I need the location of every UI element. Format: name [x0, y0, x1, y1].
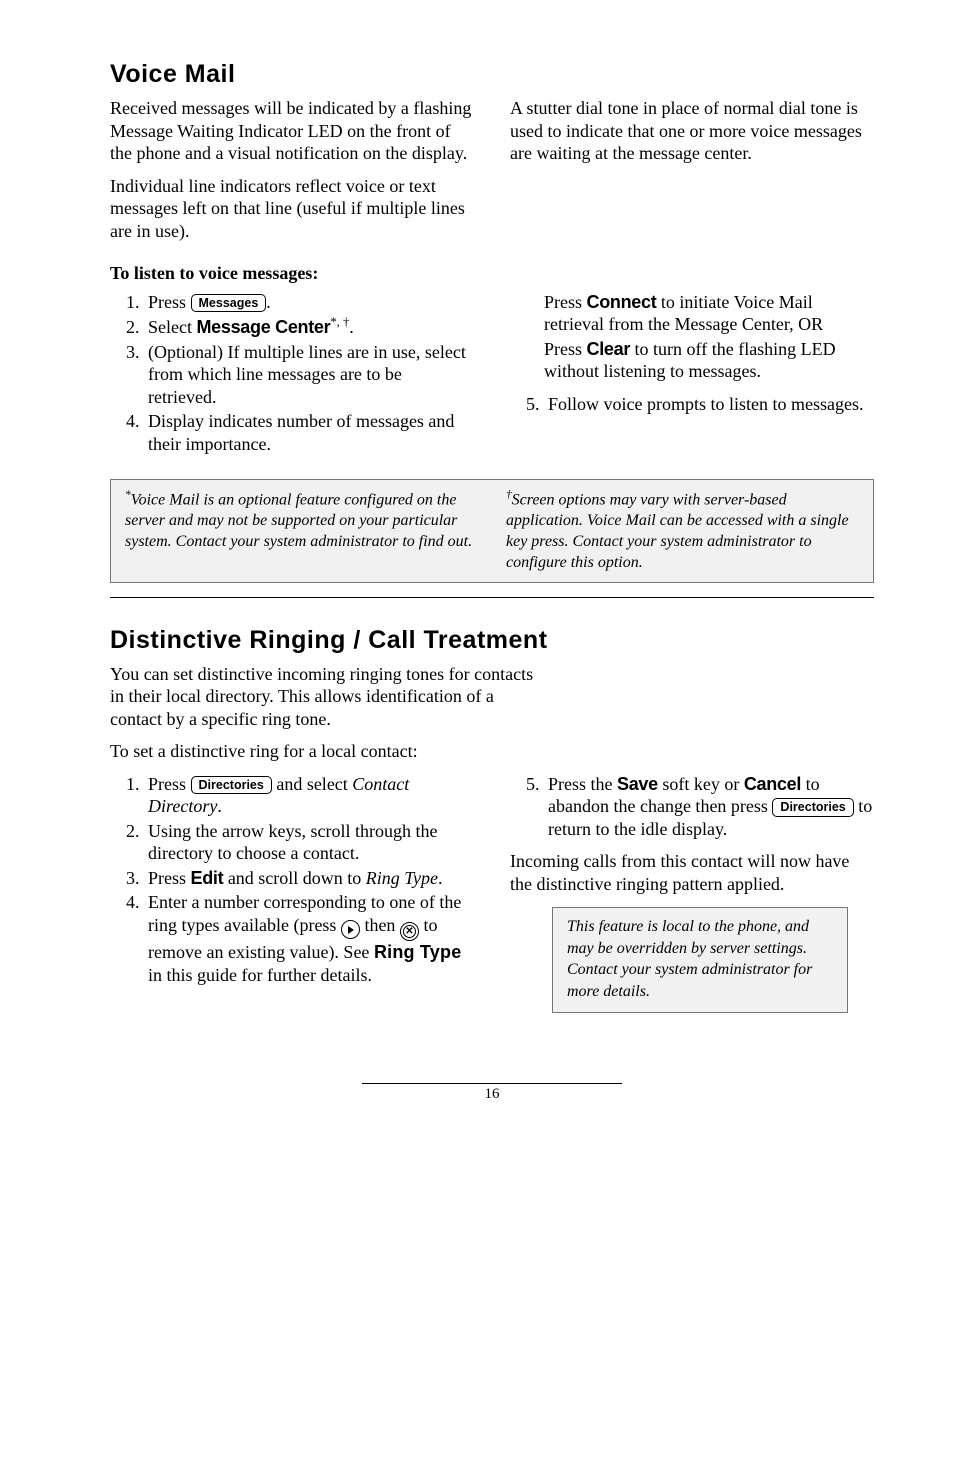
distinctive-heading: Distinctive Ringing / Call Treatment	[110, 626, 874, 655]
dr3-a: Press	[148, 868, 191, 888]
vm-footnote-right: †Screen options may vary with server-bas…	[492, 480, 873, 582]
ring-type-label: Ring Type	[366, 868, 438, 888]
vm-footnote-right-text: Screen options may vary with server-base…	[506, 491, 849, 570]
vm-step-4: Display indicates number of messages and…	[144, 410, 474, 455]
vm-footnotes: *Voice Mail is an optional feature confi…	[110, 479, 874, 583]
directories-button-icon-2: Directories	[772, 798, 853, 817]
vm-step-3: (Optional) If multiple lines are in use,…	[144, 341, 474, 409]
vm-step-5: Follow voice prompts to listen to messag…	[544, 393, 874, 416]
edit-label: Edit	[191, 868, 224, 888]
message-center-label: Message Center	[196, 317, 330, 337]
dr-note: This feature is local to the phone, and …	[552, 907, 848, 1013]
cancel-label: Cancel	[744, 774, 801, 794]
vm-step2-b: .	[349, 317, 354, 337]
vm-clear-line: Press Clear to turn off the flashing LED…	[544, 338, 874, 383]
directories-button-icon: Directories	[191, 776, 272, 795]
vm-right-indent-block: Press Connect to initiate Voice Mail ret…	[510, 291, 874, 383]
dr1-a: Press	[148, 774, 191, 794]
distinctive-columns: Press Directories and select Contact Dir…	[110, 773, 874, 1014]
footer-rule	[362, 1083, 622, 1084]
vm-footnote-left-text: Voice Mail is an optional feature config…	[125, 491, 472, 550]
vm-ri-a: Press	[544, 292, 587, 312]
dr-step-1: Press Directories and select Contact Dir…	[144, 773, 474, 818]
dr4-b: then	[360, 915, 400, 935]
vm-steps-right: Follow voice prompts to listen to messag…	[510, 393, 874, 416]
dr1-d: .	[217, 796, 222, 816]
dr1-b: and select	[272, 774, 352, 794]
right-arrow-circle-icon	[341, 920, 360, 939]
dr-step-5: Press the Save soft key or Cancel to aba…	[544, 773, 874, 841]
dr-steps-left: Press Directories and select Contact Dir…	[110, 773, 474, 987]
page-number: 16	[485, 1086, 500, 1102]
vm-step-2: Select Message Center*, †.	[144, 315, 474, 339]
vm-connect-line: Press Connect to initiate Voice Mail ret…	[544, 291, 874, 336]
messages-button-icon: Messages	[191, 294, 267, 313]
dr-steps-right: Press the Save soft key or Cancel to aba…	[510, 773, 874, 841]
dr-lead: To set a distinctive ring for a local co…	[110, 740, 874, 763]
dr5-a: Press the	[548, 774, 617, 794]
save-label: Save	[617, 774, 658, 794]
dr-step-2: Using the arrow keys, scroll through the…	[144, 820, 474, 865]
vm-step2-sup: *, †	[330, 315, 349, 329]
section-divider	[110, 597, 874, 598]
dr3-d: .	[438, 868, 443, 888]
dr-intro: You can set distinctive incoming ringing…	[110, 663, 540, 731]
dr3-b: and scroll down to	[223, 868, 365, 888]
vm-subheading: To listen to voice messages:	[110, 262, 874, 285]
dr4-d: in this guide for further details.	[148, 965, 372, 985]
vm-steps-left: Press Messages. Select Message Center*, …	[110, 291, 474, 456]
dr-post: Incoming calls from this contact will no…	[510, 850, 874, 895]
vm-step1-a: Press	[148, 292, 191, 312]
ring-type-bold: Ring Type	[374, 942, 461, 962]
vm-step2-a: Select	[148, 317, 196, 337]
voicemail-steps-columns: Press Messages. Select Message Center*, …	[110, 291, 874, 466]
vm-ri-c: Press	[544, 339, 587, 359]
vm-step1-b: .	[266, 292, 271, 312]
vm-right-p1: A stutter dial tone in place of normal d…	[510, 97, 874, 165]
x-circle-icon: ✕	[400, 922, 419, 941]
voice-mail-heading: Voice Mail	[110, 60, 874, 89]
clear-label: Clear	[587, 339, 631, 359]
vm-left-p1: Received messages will be indicated by a…	[110, 97, 474, 165]
vm-footnote-left: *Voice Mail is an optional feature confi…	[111, 480, 492, 582]
dr-step-3: Press Edit and scroll down to Ring Type.	[144, 867, 474, 890]
connect-label: Connect	[587, 292, 657, 312]
dr-step-4: Enter a number corresponding to one of t…	[144, 891, 474, 986]
vm-step-1: Press Messages.	[144, 291, 474, 314]
voicemail-intro-columns: Received messages will be indicated by a…	[110, 97, 874, 252]
vm-left-p2: Individual line indicators reflect voice…	[110, 175, 474, 243]
page-footer: 16	[110, 1083, 874, 1103]
dr5-b: soft key or	[658, 774, 744, 794]
